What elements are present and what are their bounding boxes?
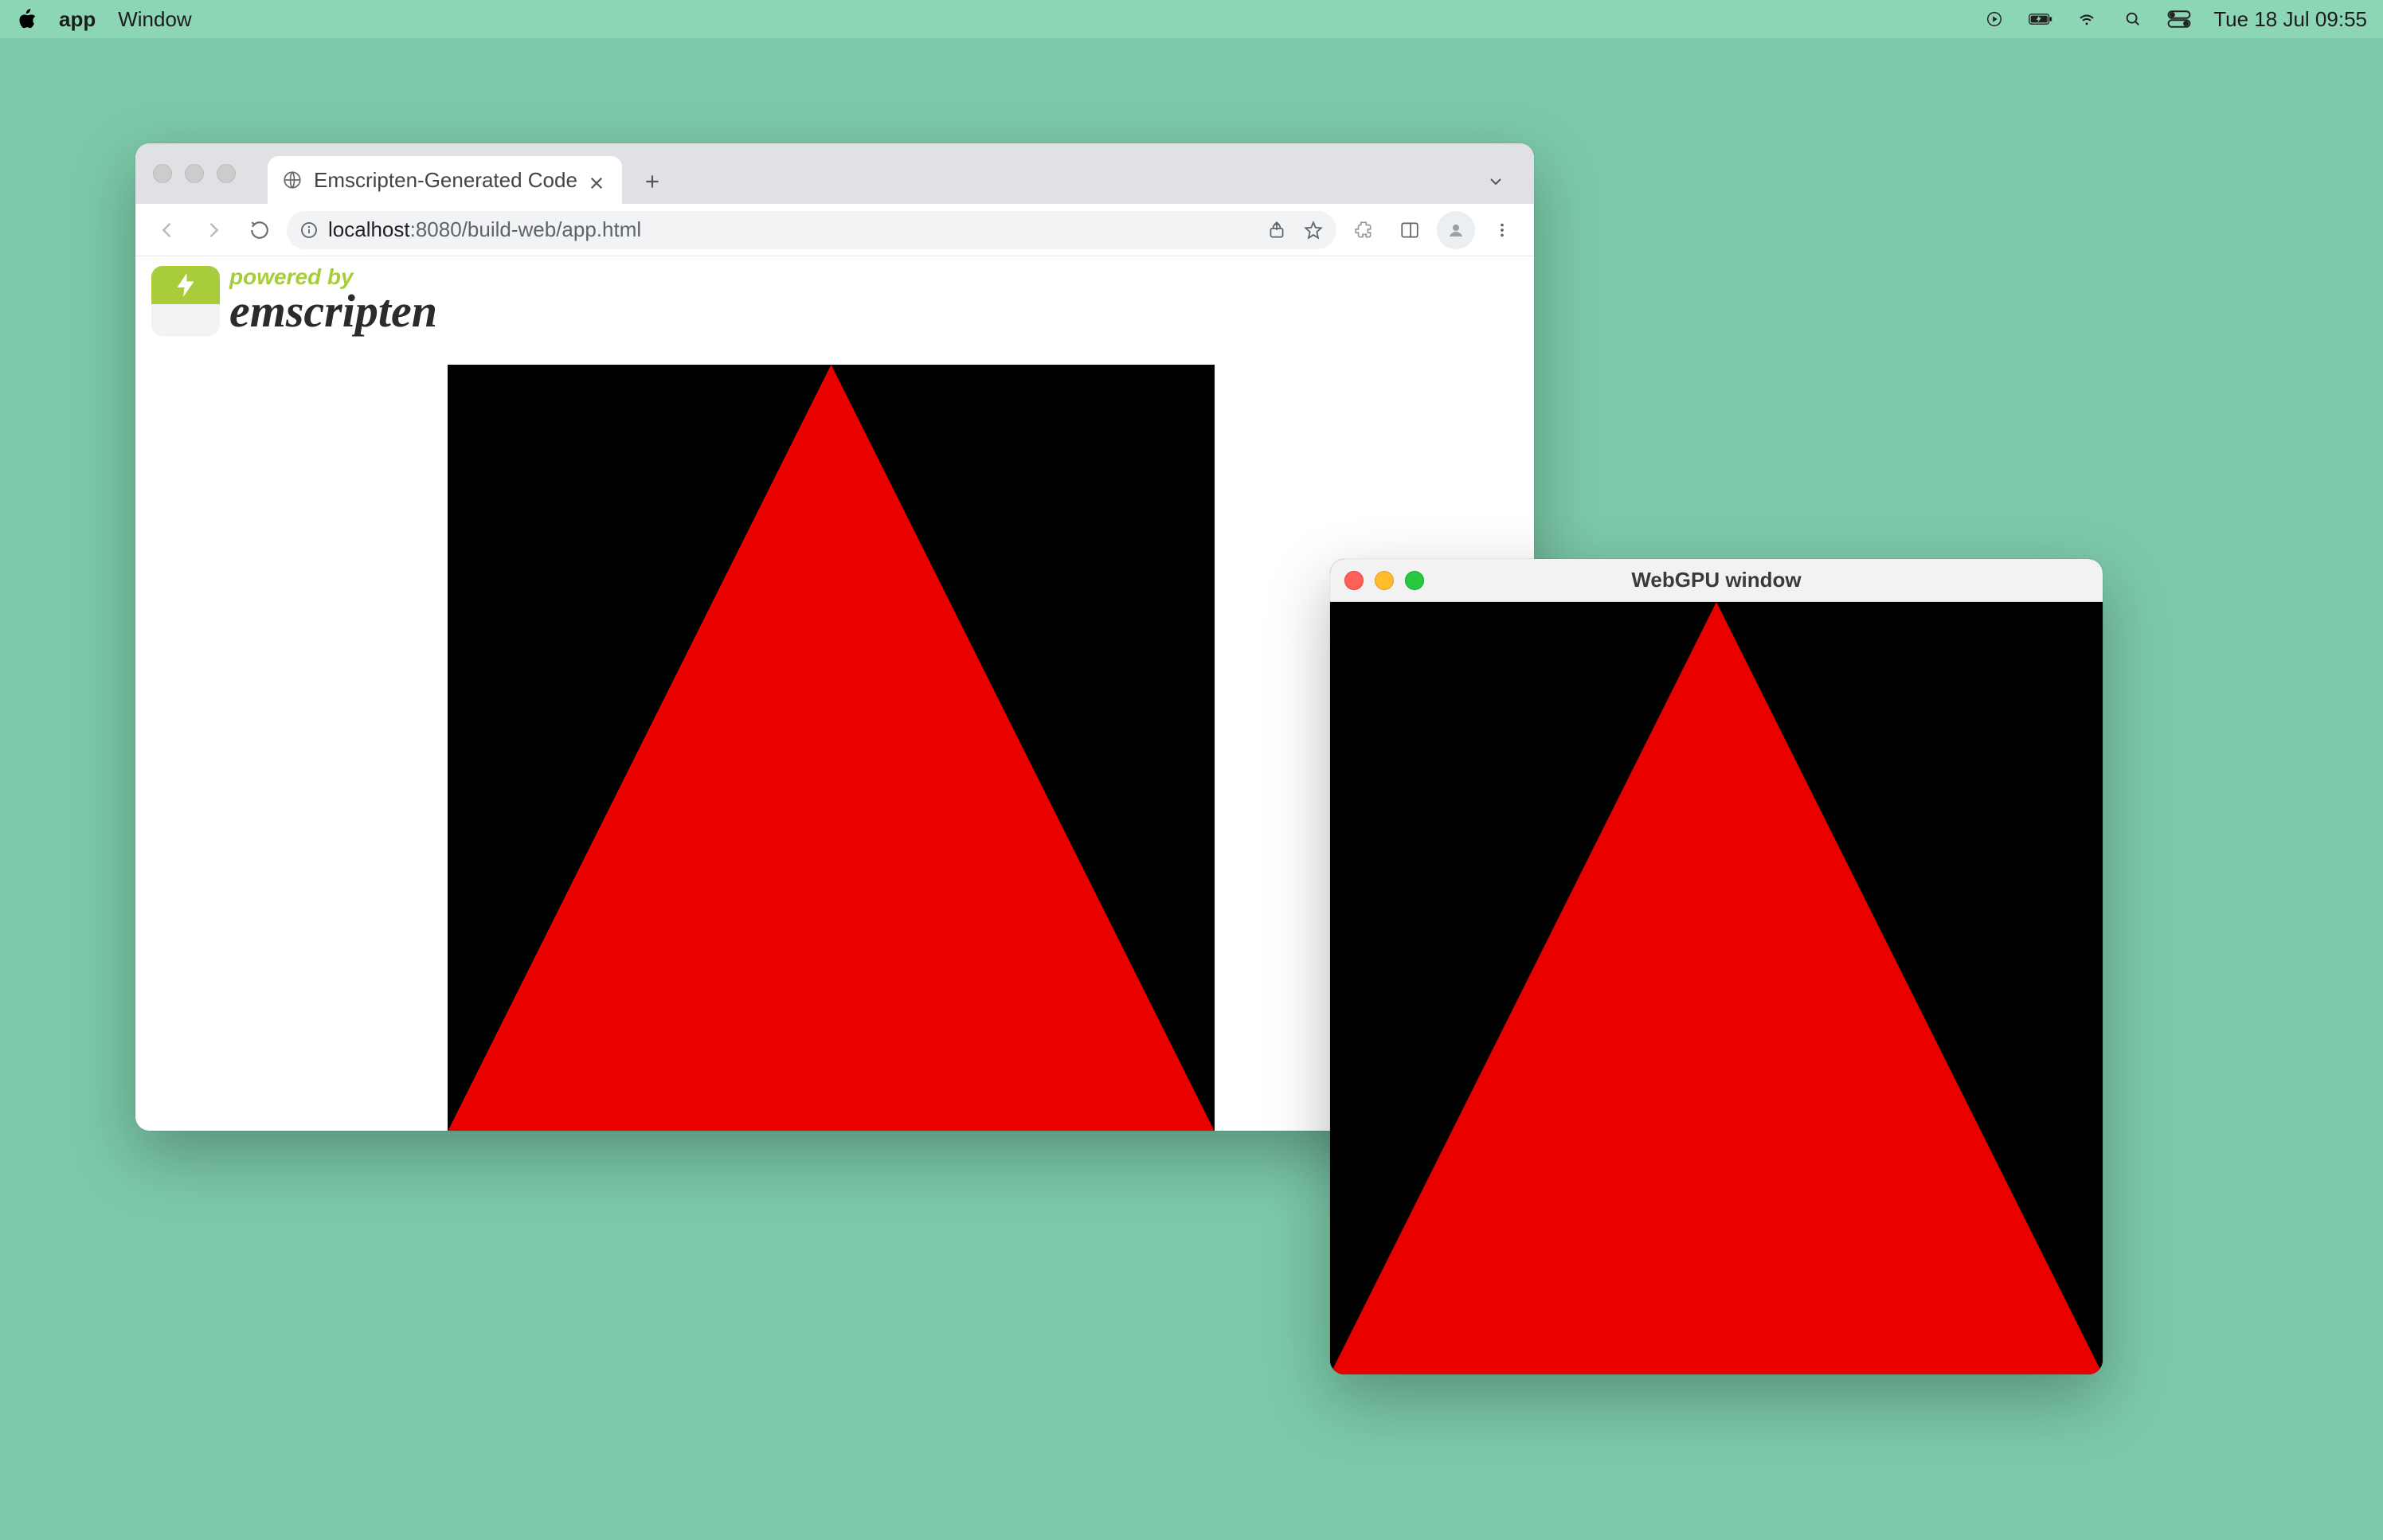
battery-icon[interactable]	[2029, 10, 2052, 28]
tab-list-button[interactable]	[1473, 159, 1518, 204]
emscripten-wordmark: powered by emscripten	[229, 266, 437, 334]
close-tab-icon[interactable]	[589, 172, 605, 188]
apple-logo-icon[interactable]	[16, 9, 37, 29]
menu-window[interactable]: Window	[118, 7, 191, 32]
browser-traffic-lights	[153, 143, 268, 204]
spotlight-icon[interactable]	[2121, 10, 2145, 28]
globe-icon	[282, 170, 303, 190]
wifi-icon[interactable]	[2075, 10, 2099, 28]
traffic-zoom[interactable]	[217, 164, 236, 183]
forward-button[interactable]	[194, 211, 233, 249]
browser-tab[interactable]: Emscripten-Generated Code	[268, 156, 622, 204]
browser-tab-title: Emscripten-Generated Code	[314, 168, 577, 193]
address-bar[interactable]: localhost:8080/build-web/app.html	[287, 211, 1336, 249]
native-app-window: WebGPU window	[1330, 559, 2103, 1374]
macos-menubar: app Window Tue 18 Jul 09:55	[0, 0, 2383, 38]
browser-menu-icon[interactable]	[1483, 211, 1521, 249]
browser-tabstrip: Emscripten-Generated Code	[135, 143, 1534, 204]
url-host: localhost	[328, 217, 410, 241]
profile-avatar[interactable]	[1437, 211, 1475, 249]
reload-button[interactable]	[241, 211, 279, 249]
screen-record-icon[interactable]	[1982, 10, 2006, 28]
url-text: localhost:8080/build-web/app.html	[328, 217, 641, 242]
url-path: :8080/build-web/app.html	[410, 217, 642, 241]
emscripten-name: emscripten	[229, 288, 437, 334]
native-titlebar[interactable]: WebGPU window	[1330, 559, 2103, 602]
traffic-minimize[interactable]	[185, 164, 204, 183]
native-window-title: WebGPU window	[1330, 568, 2103, 592]
traffic-close[interactable]	[153, 164, 172, 183]
emscripten-logo-icon	[151, 266, 220, 334]
menu-app-name[interactable]: app	[59, 7, 96, 32]
browser-window: Emscripten-Generated Code localhost:8080…	[135, 143, 1534, 1131]
emscripten-header: powered by emscripten	[135, 256, 1534, 344]
new-tab-button[interactable]	[630, 159, 675, 204]
back-button[interactable]	[148, 211, 186, 249]
sidebar-icon[interactable]	[1391, 211, 1429, 249]
bookmark-star-icon[interactable]	[1303, 220, 1324, 240]
control-center-icon[interactable]	[2167, 10, 2191, 28]
browser-page-content: powered by emscripten	[135, 256, 1534, 1131]
extensions-icon[interactable]	[1344, 211, 1383, 249]
menubar-clock[interactable]: Tue 18 Jul 09:55	[2213, 7, 2367, 32]
browser-toolbar: localhost:8080/build-web/app.html	[135, 204, 1534, 256]
webgpu-canvas-browser	[448, 365, 1215, 1131]
share-icon[interactable]	[1266, 220, 1287, 240]
webgpu-canvas-native	[1330, 602, 2103, 1374]
site-info-icon[interactable]	[299, 221, 319, 240]
